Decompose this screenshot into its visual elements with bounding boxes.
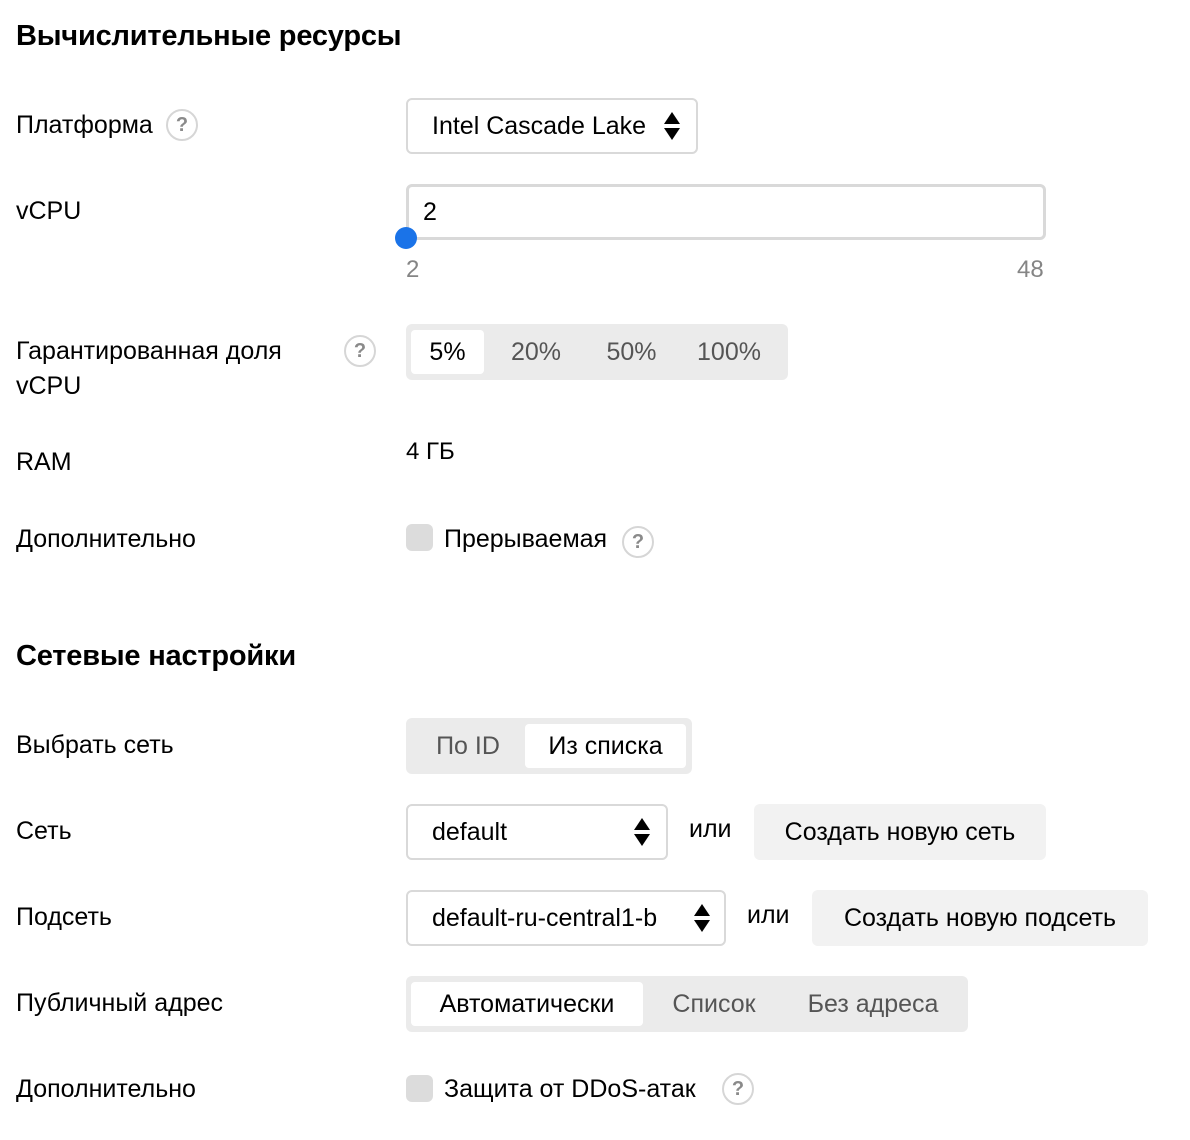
vcpu-input[interactable]: 2 <box>406 184 1046 240</box>
network-or-text: или <box>689 815 732 843</box>
select-arrows-icon <box>634 817 650 847</box>
subnet-or-text: или <box>747 901 790 929</box>
ddos-protection-checkbox[interactable] <box>406 1075 433 1102</box>
guaranteed-share-label-line2: vCPU <box>16 372 82 400</box>
tab-5-percent[interactable]: 5% <box>411 330 484 374</box>
create-network-button[interactable]: Создать новую сеть <box>754 804 1046 860</box>
guaranteed-share-help-icon[interactable]: ? <box>344 335 376 367</box>
platform-select-value: Intel Cascade Lake <box>432 111 647 140</box>
ram-value: 4 ГБ <box>406 438 455 465</box>
vm-config-form: Вычислительные ресурсы Платформа ? Intel… <box>0 0 1190 1140</box>
subnet-label: Подсеть <box>16 903 112 931</box>
subnet-select[interactable]: default-ru-central1-b <box>406 890 726 946</box>
subnet-select-value: default-ru-central1-b <box>432 903 658 932</box>
preemptible-checkbox[interactable] <box>406 524 433 551</box>
network-section-title: Сетевые настройки <box>16 640 296 672</box>
guaranteed-share-tabs: 5% 20% 50% 100% <box>406 324 788 380</box>
network-label: Сеть <box>16 817 72 845</box>
vcpu-min-label: 2 <box>406 256 420 283</box>
vcpu-max-label: 48 <box>1017 256 1044 283</box>
platform-help-icon[interactable]: ? <box>166 109 198 141</box>
choose-network-label: Выбрать сеть <box>16 731 174 759</box>
tab-automatic[interactable]: Автоматически <box>411 982 643 1026</box>
network-select[interactable]: default <box>406 804 668 860</box>
tab-100-percent[interactable]: 100% <box>675 330 783 374</box>
tab-by-id[interactable]: По ID <box>411 724 525 768</box>
select-arrows-icon <box>664 111 680 141</box>
choose-network-tabs: По ID Из списка <box>406 718 692 774</box>
tab-50-percent[interactable]: 50% <box>588 330 675 374</box>
vcpu-label: vCPU <box>16 197 82 225</box>
guaranteed-share-label-line1: Гарантированная доля <box>16 337 282 365</box>
preemptible-label[interactable]: Прерываемая <box>444 522 607 557</box>
tab-from-list[interactable]: Из списка <box>525 724 686 768</box>
platform-label: Платформа <box>16 111 153 139</box>
vcpu-slider-handle[interactable] <box>395 227 417 249</box>
tab-list[interactable]: Список <box>643 982 785 1026</box>
preemptible-help-icon[interactable]: ? <box>622 526 654 558</box>
network-extra-label: Дополнительно <box>16 1075 196 1103</box>
compute-extra-label: Дополнительно <box>16 525 196 553</box>
network-select-value: default <box>432 817 508 846</box>
select-arrows-icon <box>694 903 710 933</box>
tab-20-percent[interactable]: 20% <box>484 330 588 374</box>
public-address-tabs: Автоматически Список Без адреса <box>406 976 968 1032</box>
compute-section-title: Вычислительные ресурсы <box>16 20 402 52</box>
platform-select[interactable]: Intel Cascade Lake <box>406 98 698 154</box>
ddos-help-icon[interactable]: ? <box>722 1073 754 1105</box>
vcpu-input-value: 2 <box>423 197 437 226</box>
tab-no-address[interactable]: Без адреса <box>785 982 961 1026</box>
ddos-protection-label[interactable]: Защита от DDoS-атак <box>444 1072 696 1107</box>
create-subnet-button[interactable]: Создать новую подсеть <box>812 890 1148 946</box>
public-address-label: Публичный адрес <box>16 989 224 1017</box>
ram-label: RAM <box>16 448 72 476</box>
